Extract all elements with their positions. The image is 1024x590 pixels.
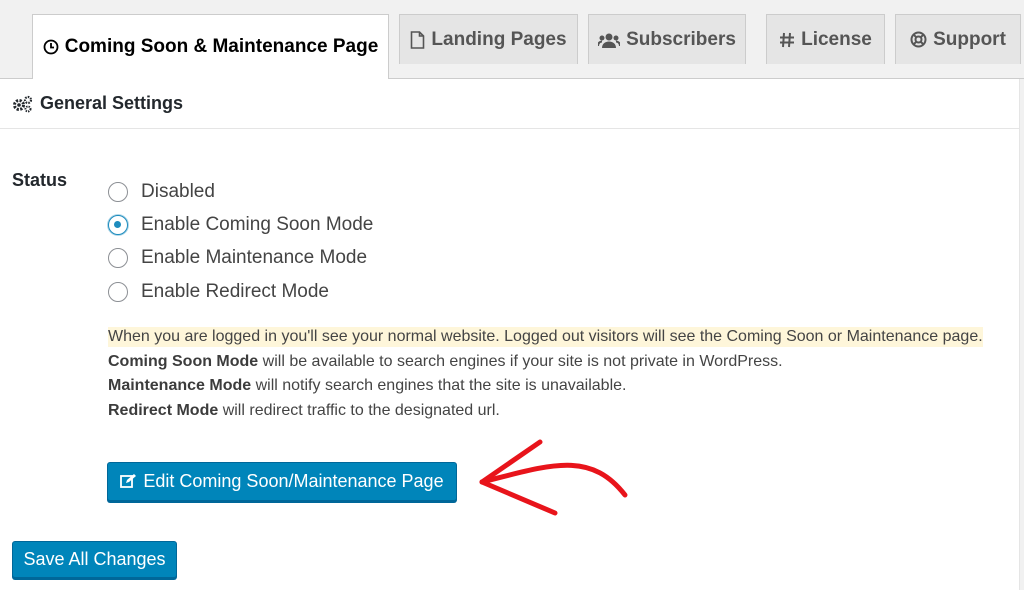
button-label: Save All Changes — [23, 549, 166, 569]
radio-button-selected[interactable] — [108, 215, 128, 235]
file-icon — [411, 30, 425, 49]
radio-button[interactable] — [108, 182, 128, 202]
radio-redirect[interactable]: Enable Redirect Mode — [108, 279, 329, 305]
radio-coming-soon[interactable]: Enable Coming Soon Mode — [108, 212, 373, 238]
note-term: Coming Soon Mode — [108, 353, 259, 370]
tab-label: Subscribers — [626, 28, 736, 50]
redirect-note: Redirect Mode will redirect traffic to t… — [108, 402, 500, 420]
note-text: will be available to search engines if y… — [258, 353, 783, 370]
tab-subscribers[interactable]: Subscribers — [588, 14, 746, 64]
tab-license[interactable]: License — [766, 14, 885, 64]
gears-icon — [13, 95, 33, 112]
tab-label: Support — [933, 28, 1006, 50]
radio-button[interactable] — [108, 248, 128, 268]
highlight-note: When you are logged in you'll see your n… — [108, 327, 983, 347]
note-text: will redirect traffic to the designated … — [218, 402, 500, 419]
tab-label: Landing Pages — [431, 28, 567, 50]
edit-page-button[interactable]: Edit Coming Soon/Maintenance Page — [107, 462, 457, 501]
section-header: General Settings — [0, 79, 1020, 129]
note-term: Maintenance Mode — [108, 377, 252, 394]
lifebuoy-icon — [910, 31, 927, 48]
section-title: General Settings — [40, 93, 184, 113]
save-all-button[interactable]: Save All Changes — [12, 541, 177, 578]
edit-icon — [120, 474, 137, 488]
maintenance-note: Maintenance Mode will notify search engi… — [108, 377, 626, 395]
clock-icon — [43, 39, 59, 55]
note-term: Redirect Mode — [108, 402, 219, 419]
coming-soon-note: Coming Soon Mode will be available to se… — [108, 353, 783, 371]
users-icon — [598, 33, 621, 48]
tab-coming-soon[interactable]: Coming Soon & Maintenance Page — [32, 14, 389, 80]
hash-icon — [780, 32, 795, 47]
radio-button[interactable] — [108, 282, 128, 302]
annotation-arrow-icon — [479, 439, 628, 516]
radio-label: Enable Coming Soon Mode — [141, 214, 374, 235]
radio-label: Disabled — [141, 181, 215, 202]
radio-disabled[interactable]: Disabled — [108, 179, 215, 205]
tab-label: License — [801, 28, 872, 50]
radio-label: Enable Maintenance Mode — [141, 247, 368, 268]
status-label: Status — [12, 170, 68, 190]
radio-label: Enable Redirect Mode — [141, 281, 329, 302]
tab-support[interactable]: Support — [895, 14, 1021, 64]
tab-label: Coming Soon & Maintenance Page — [64, 36, 379, 57]
button-label: Edit Coming Soon/Maintenance Page — [143, 471, 444, 491]
tab-landing-pages[interactable]: Landing Pages — [399, 14, 578, 64]
radio-maintenance[interactable]: Enable Maintenance Mode — [108, 245, 367, 271]
tab-bar: Coming Soon & Maintenance Page Landing P… — [0, 0, 1024, 80]
note-text: will notify search engines that the site… — [251, 377, 627, 394]
